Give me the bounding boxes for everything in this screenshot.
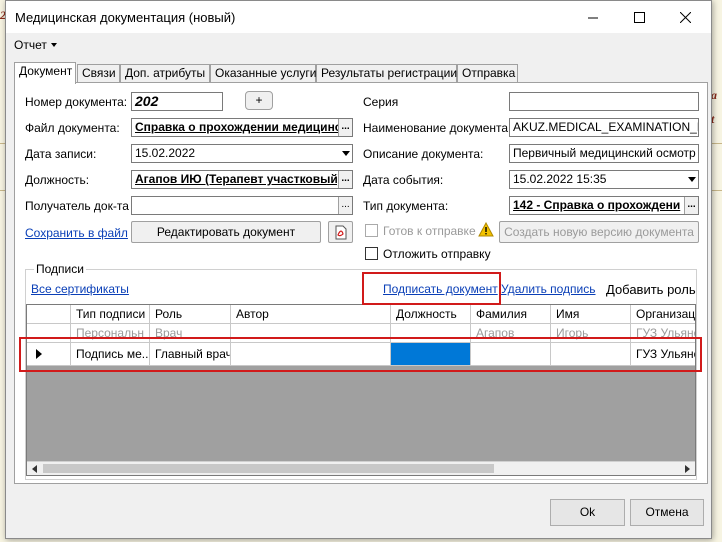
highlight-sign-document xyxy=(362,272,501,305)
chevron-down-icon[interactable] xyxy=(688,177,696,182)
scroll-left-icon xyxy=(32,465,37,473)
description-label: Описание документа: xyxy=(363,147,484,161)
pdf-button[interactable] xyxy=(328,221,353,243)
signatures-group-title: Подписи xyxy=(34,262,86,276)
menu-bar: Отчет xyxy=(6,34,711,56)
doc-type-value: 142 - Справка о прохождени xyxy=(513,198,681,212)
minimize-icon xyxy=(587,17,598,18)
tab-services[interactable]: Оказанные услуги xyxy=(210,64,316,83)
event-date-field[interactable]: 15.02.2022 15:35 xyxy=(509,170,699,189)
window-title: Медицинская документация (новый) xyxy=(15,10,236,25)
warning-icon xyxy=(478,222,494,237)
dialog-window: Медицинская документация (новый) Отчет Д… xyxy=(5,0,712,539)
delete-signature-link[interactable]: Удалить подпись xyxy=(501,282,596,296)
doc-type-field[interactable]: 142 - Справка о прохождени ... xyxy=(509,196,699,215)
pdf-icon xyxy=(335,225,346,240)
background-line xyxy=(712,143,722,144)
title-bar: Медицинская документация (новый) xyxy=(6,1,711,33)
series-field[interactable] xyxy=(509,92,699,111)
position-browse-button[interactable]: ... xyxy=(338,171,352,188)
postpone-send-label: Отложить отправку xyxy=(383,247,491,261)
column-header[interactable]: Роль xyxy=(150,305,231,324)
minimize-button[interactable] xyxy=(570,1,616,33)
doc-name-label: Наименование документа: xyxy=(363,121,512,135)
record-date-label: Дата записи: xyxy=(25,147,97,161)
file-label: Файл документа: xyxy=(25,121,120,135)
doc-number-field[interactable]: 202 xyxy=(131,92,223,111)
close-button[interactable] xyxy=(662,1,708,33)
column-header[interactable]: Фамилия xyxy=(471,305,551,324)
doc-number-label: Номер документа: xyxy=(25,95,128,109)
highlight-signature-row xyxy=(19,337,702,372)
horizontal-scrollbar[interactable] xyxy=(27,461,695,475)
tab-document[interactable]: Документ xyxy=(14,62,76,84)
doc-type-label: Тип документа: xyxy=(363,199,449,213)
cancel-button[interactable]: Отмена xyxy=(630,499,704,526)
tab-registration-results[interactable]: Результаты регистрации xyxy=(316,64,457,83)
signatures-table: Тип подписи Роль Автор Должность Фамилия… xyxy=(26,304,696,476)
file-browse-button[interactable]: ... xyxy=(338,119,352,136)
column-header[interactable]: Организация xyxy=(631,305,695,324)
position-value: Агапов ИЮ (Терапевт участковый) xyxy=(135,172,342,186)
maximize-icon xyxy=(633,11,645,23)
column-header[interactable]: Имя xyxy=(551,305,631,324)
tab-extra-attributes[interactable]: Доп. атрибуты xyxy=(120,64,210,83)
doc-type-browse-button[interactable]: ... xyxy=(684,197,698,214)
description-field[interactable]: Первичный медицинский осмотр xyxy=(509,144,699,163)
maximize-button[interactable] xyxy=(616,1,662,33)
file-field[interactable]: Справка о прохождении медицинс ... xyxy=(131,118,353,137)
column-header[interactable]: Должность xyxy=(391,305,471,324)
ready-to-send-checkbox[interactable] xyxy=(365,224,378,237)
create-new-version-button[interactable]: Создать новую версию документа xyxy=(499,221,699,243)
postpone-send-checkbox[interactable] xyxy=(365,247,378,260)
menu-otchet[interactable]: Отчет xyxy=(14,38,57,52)
all-certificates-link[interactable]: Все сертификаты xyxy=(31,282,129,296)
recipient-field[interactable]: ... xyxy=(131,196,353,215)
series-label: Серия xyxy=(363,95,399,109)
event-date-label: Дата события: xyxy=(363,173,444,187)
tab-links[interactable]: Связи xyxy=(77,64,120,83)
ok-button[interactable]: Ok xyxy=(550,499,625,526)
recipient-label: Получатель док-та xyxy=(25,199,129,213)
background-line xyxy=(712,190,722,191)
record-date-field[interactable]: 15.02.2022 xyxy=(131,144,353,163)
scroll-right-icon xyxy=(685,465,690,473)
plus-button[interactable]: + xyxy=(245,91,273,110)
row-indicator-header xyxy=(27,305,71,324)
scrollbar-thumb[interactable] xyxy=(43,464,494,473)
file-value: Справка о прохождении медицинс xyxy=(135,120,342,134)
column-header[interactable]: Тип подписи xyxy=(71,305,150,324)
table-header-row: Тип подписи Роль Автор Должность Фамилия… xyxy=(27,305,695,324)
recipient-browse-button[interactable]: ... xyxy=(338,197,352,214)
add-role-button[interactable]: Добавить роль xyxy=(606,282,696,297)
event-date-value: 15.02.2022 15:35 xyxy=(513,172,607,186)
chevron-down-icon xyxy=(50,43,57,47)
chevron-down-icon[interactable] xyxy=(342,151,350,156)
document-tab-panel: Номер документа: 202 + Файл документа: С… xyxy=(14,82,708,484)
edit-document-button[interactable]: Редактировать документ xyxy=(131,221,321,243)
ready-to-send-label: Готов к отправке xyxy=(383,224,476,238)
close-icon xyxy=(679,11,691,23)
position-label: Должность: xyxy=(25,173,90,187)
tab-sending[interactable]: Отправка xyxy=(457,64,518,83)
doc-name-field[interactable]: AKUZ.MEDICAL_EXAMINATION_MAI xyxy=(509,118,699,137)
position-field[interactable]: Агапов ИЮ (Терапевт участковый) ... xyxy=(131,170,353,189)
menu-otchet-label: Отчет xyxy=(14,38,47,52)
save-to-file-link[interactable]: Сохранить в файл xyxy=(25,226,128,240)
record-date-value: 15.02.2022 xyxy=(135,146,196,160)
column-header[interactable]: Автор xyxy=(231,305,391,324)
